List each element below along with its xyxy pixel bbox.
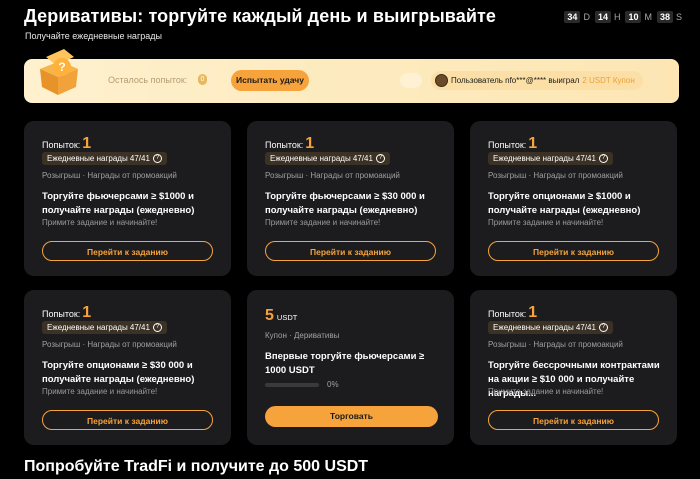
attempts: Попыток: 1 [488, 304, 537, 322]
notice-fade [400, 73, 422, 88]
countdown-minutes-unit: M [644, 12, 652, 22]
help-icon[interactable]: ? [375, 154, 385, 163]
coupon-amount: 5 USDT [265, 307, 297, 325]
attempts-count: 1 [82, 304, 92, 321]
daily-rewards-badge-text: Ежедневные награды 47/41 [47, 323, 150, 332]
lucky-draw-banner: ? Осталось попыток: 0 Испытать удачу Пол… [24, 49, 679, 103]
task-card-futures-30000: Попыток: 1 Ежедневные награды 47/41? Розы… [247, 121, 454, 276]
go-to-task-button[interactable]: Перейти к заданию [488, 410, 659, 430]
attempts-left-label: Осталось попыток: [108, 75, 188, 85]
task-hint: Примите задание и начинайте! [488, 387, 604, 396]
attempts: Попыток: 1 [42, 304, 91, 322]
go-to-task-button[interactable]: Перейти к заданию [265, 241, 436, 261]
attempts: Попыток: 1 [488, 135, 537, 153]
try-luck-button[interactable]: Испытать удачу [231, 70, 309, 91]
countdown-seconds: 38 [656, 11, 673, 23]
attempts-count: 1 [82, 135, 92, 152]
attempts-left-count: 0 [198, 74, 207, 85]
help-icon[interactable]: ? [152, 154, 162, 163]
coupon-amount-value: 5 [265, 307, 274, 324]
countdown-minutes: 10 [625, 11, 642, 23]
page-subtitle: Получайте ежедневные награды [25, 31, 162, 41]
daily-rewards-badge-text: Ежедневные награды 47/41 [493, 323, 596, 332]
daily-rewards-badge-text: Ежедневные награды 47/41 [493, 154, 596, 163]
task-tags: Розыгрыш · Награды от промоакций [42, 340, 177, 349]
go-to-task-button[interactable]: Перейти к заданию [488, 241, 659, 261]
task-tags: Розыгрыш · Награды от промоакций [265, 171, 400, 180]
countdown-days-unit: D [583, 12, 590, 22]
daily-rewards-badge-text: Ежедневные награды 47/41 [270, 154, 373, 163]
task-hint: Примите задание и начинайте! [265, 218, 381, 227]
task-hint: Примите задание и начинайте! [42, 387, 158, 396]
task-hint: Примите задание и начинайте! [488, 218, 604, 227]
attempts-label: Попыток: [488, 140, 527, 150]
daily-rewards-badge-text: Ежедневные награды 47/41 [47, 154, 150, 163]
trade-button[interactable]: Торговать [265, 406, 438, 427]
go-to-task-button[interactable]: Перейти к заданию [42, 410, 213, 430]
countdown-days: 34 [564, 11, 581, 23]
progress-percent: 0% [327, 380, 339, 389]
help-icon[interactable]: ? [598, 154, 608, 163]
attempts-label: Попыток: [265, 140, 304, 150]
daily-rewards-badge: Ежедневные награды 47/41? [265, 152, 390, 165]
task-title: Торгуйте опционами ≥ $1000 и получайте н… [488, 191, 641, 216]
progress-bar [265, 383, 319, 387]
attempts-count: 1 [305, 135, 315, 152]
coupon-amount-unit: USDT [276, 313, 298, 322]
countdown-seconds-unit: S [675, 12, 682, 22]
task-card-stock-perpetual-10000: Попыток: 1 Ежедневные награды 47/41? Розы… [470, 290, 677, 445]
task-title: Торгуйте опционами ≥ $30 000 и получайте… [42, 360, 195, 385]
task-title: Торгуйте фьючерсами ≥ $30 000 и получайт… [265, 191, 425, 216]
go-to-task-button[interactable]: Перейти к заданию [42, 241, 213, 261]
gift-box-icon: ? [40, 49, 78, 95]
attempts-label: Попыток: [42, 309, 81, 319]
daily-rewards-badge: Ежедневные награды 47/41? [488, 152, 613, 165]
attempts-label: Попыток: [42, 140, 81, 150]
daily-rewards-badge: Ежедневные награды 47/41? [488, 321, 613, 334]
coupon-task-title: Впервые торгуйте фьючерсами ≥ 1000 USDT [265, 351, 425, 376]
task-card-options-30000: Попыток: 1 Ежедневные награды 47/41? Розы… [24, 290, 231, 445]
task-tags: Розыгрыш · Награды от промоакций [488, 340, 623, 349]
attempts: Попыток: 1 [265, 135, 314, 153]
svg-text:?: ? [58, 60, 65, 74]
page-title: Деривативы: торгуйте каждый день и выигр… [24, 6, 497, 26]
coupon-task-card: 5 USDT Купон · Деривативы Впервые торгуйт… [247, 290, 454, 445]
attempts-count: 1 [528, 304, 538, 321]
daily-rewards-badge: Ежедневные награды 47/41? [42, 321, 167, 334]
attempts: Попыток: 1 [42, 135, 91, 153]
tradfi-section-title: Попробуйте TradFi и получите до 500 USDT [24, 458, 369, 475]
help-icon[interactable]: ? [152, 323, 162, 332]
winner-notice: Пользователь nfo***@**** выиграл 2 USDT … [431, 71, 643, 90]
task-card-options-1000: Попыток: 1 Ежедневные награды 47/41? Розы… [470, 121, 677, 276]
winner-notice-reward: 2 USDT Купон [582, 76, 635, 85]
attempts-label: Попыток: [488, 309, 527, 319]
task-card-futures-1000: Попыток: 1 Ежедневные награды 47/41? Розы… [24, 121, 231, 276]
countdown-hours-unit: H [613, 12, 621, 22]
countdown-hours: 14 [594, 11, 611, 23]
task-hint: Примите задание и начинайте! [42, 218, 158, 227]
avatar [435, 74, 448, 87]
coupon-tags: Купон · Деривативы [265, 331, 340, 340]
daily-rewards-badge: Ежедневные награды 47/41? [42, 152, 167, 165]
task-title: Торгуйте фьючерсами ≥ $1000 и получайте … [42, 191, 195, 216]
help-icon[interactable]: ? [598, 323, 608, 332]
attempts-count: 1 [528, 135, 538, 152]
task-tags: Розыгрыш · Награды от промоакций [42, 171, 177, 180]
winner-notice-text: Пользователь nfo***@**** выиграл [451, 76, 580, 85]
task-tags: Розыгрыш · Награды от промоакций [488, 171, 623, 180]
countdown-timer: 34 D 14 H 10 M 38 S [564, 11, 684, 23]
